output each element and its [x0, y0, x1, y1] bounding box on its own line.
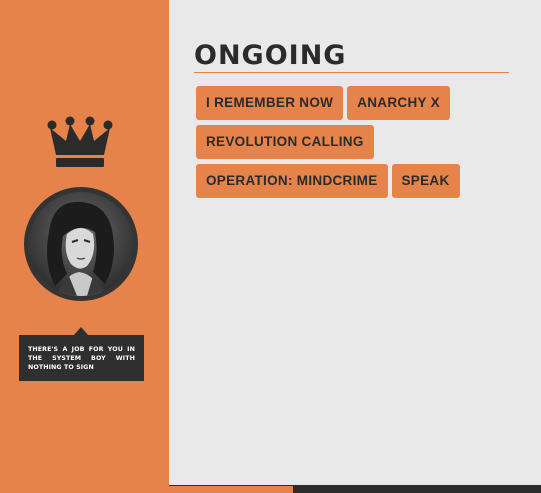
- crown-icon: [47, 116, 113, 167]
- main-content: ongoing I Remember Now Anarchy X Revolut…: [169, 0, 541, 493]
- tag-i-remember-now[interactable]: I Remember Now: [196, 86, 344, 120]
- sidebar: There's a job for you in the system boy …: [0, 0, 169, 493]
- title-divider: [194, 72, 509, 73]
- tag-anarchy-x[interactable]: Anarchy X: [347, 86, 450, 120]
- page-title: ongoing: [194, 29, 347, 73]
- tag-list: I Remember Now Anarchy X Revolution Call…: [196, 86, 516, 203]
- tag-operation-mindcrime[interactable]: Operation: Mindcrime: [196, 164, 388, 198]
- quote-pointer: [74, 327, 88, 335]
- bottom-bar: [169, 485, 541, 493]
- tag-speak[interactable]: Speak: [391, 164, 460, 198]
- tag-revolution-calling[interactable]: Revolution Calling: [196, 125, 374, 159]
- avatar: [24, 187, 138, 301]
- quote-text: There's a job for you in the system boy …: [19, 335, 144, 381]
- bottom-bar-active-segment[interactable]: [169, 485, 293, 493]
